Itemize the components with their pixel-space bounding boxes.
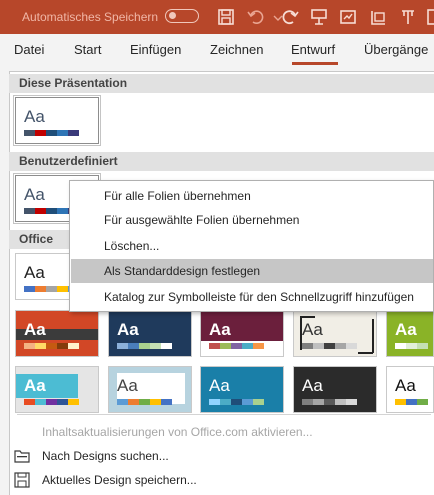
theme-sample-text: Aa	[395, 376, 416, 395]
ribbon-tabs: Datei Start Einfügen Zeichnen Entwurf Üb…	[0, 34, 434, 66]
tab-uebergaenge[interactable]: Übergänge	[364, 42, 428, 57]
context-menu: Für alle Folien übernehmen Für ausgewähl…	[69, 180, 434, 312]
toggle-knob	[169, 12, 176, 19]
theme-thumb-ion[interactable]: Aa	[108, 310, 192, 357]
color-swatches	[24, 130, 79, 136]
menu-item-delete[interactable]: Löschen...	[71, 234, 433, 258]
theme-thumb-wisp[interactable]: Aa	[15, 366, 99, 413]
folder-icon	[14, 448, 30, 464]
separator	[17, 414, 431, 415]
theme-thumb-retrospect[interactable]: Aa	[293, 310, 377, 357]
color-swatches	[117, 343, 172, 349]
save-icon[interactable]	[216, 7, 236, 27]
tab-einfuegen[interactable]: Einfügen	[130, 42, 181, 57]
theme-sample-text: Aa	[24, 320, 46, 339]
theme-sample-text: Aa	[395, 320, 417, 339]
theme-sample-text: Aa	[117, 376, 138, 395]
browse-designs-button[interactable]: Nach Designs suchen...	[42, 449, 169, 463]
theme-thumb-slice[interactable]: Aa	[386, 310, 434, 357]
chart-icon[interactable]	[338, 7, 358, 27]
theme-sample-text: Aa	[209, 320, 231, 339]
theme-sample-text: Aa	[117, 320, 139, 339]
section-current-presentation: Diese Präsentation	[9, 74, 434, 93]
theme-thumb-current[interactable]: Aa	[13, 95, 101, 146]
present-icon[interactable]	[309, 7, 329, 27]
format-icon[interactable]	[368, 7, 388, 27]
active-tab-indicator	[292, 62, 338, 65]
menu-item-set-default[interactable]: Als Standarddesign festlegen	[71, 259, 433, 283]
color-swatches	[24, 399, 79, 405]
menu-item-apply-all[interactable]: Für alle Folien übernehmen	[71, 184, 433, 208]
theme-thumb-celestial[interactable]: Aa	[108, 366, 192, 413]
theme-thumb-facet[interactable]: Aa	[15, 310, 99, 357]
theme-thumb-dividend[interactable]: Aa	[200, 366, 284, 413]
color-swatches	[209, 399, 264, 405]
redo-icon[interactable]	[280, 7, 300, 27]
menu-item-add-to-qat[interactable]: Katalog zur Symbolleiste für den Schnell…	[71, 285, 433, 309]
theme-sample-text: Aa	[302, 320, 323, 339]
theme-sample-text: Aa	[24, 185, 45, 204]
menu-item-apply-selected[interactable]: Für ausgewählte Folien übernehmen	[71, 208, 433, 232]
theme-thumb-frame[interactable]: Aa	[386, 366, 434, 413]
autosave-toggle[interactable]	[165, 9, 199, 23]
pin-icon[interactable]	[398, 7, 418, 27]
more-icon[interactable]	[422, 7, 434, 27]
tab-zeichnen[interactable]: Zeichnen	[210, 42, 263, 57]
tab-datei[interactable]: Datei	[14, 42, 44, 57]
color-swatches	[117, 399, 172, 405]
color-swatches	[395, 343, 428, 349]
autosave-label: Automatisches Speichern	[22, 10, 159, 24]
section-custom: Benutzerdefiniert	[9, 152, 434, 171]
undo-icon[interactable]	[246, 7, 266, 27]
theme-thumb-berlin[interactable]: Aa	[293, 366, 377, 413]
theme-sample-text: Aa	[302, 376, 323, 395]
color-swatches	[395, 399, 428, 405]
color-swatches	[24, 343, 79, 349]
color-swatches	[209, 343, 264, 349]
color-swatches	[302, 399, 357, 405]
color-swatches	[302, 343, 357, 349]
tab-entwurf[interactable]: Entwurf	[291, 42, 335, 57]
floppy-icon	[14, 472, 30, 488]
theme-thumb-organic[interactable]: Aa	[200, 310, 284, 357]
theme-sample-text: Aa	[24, 107, 45, 126]
save-current-design-button[interactable]: Aktuelles Design speichern...	[42, 473, 197, 487]
tab-start[interactable]: Start	[74, 42, 101, 57]
theme-sample-text: Aa	[209, 376, 230, 395]
title-bar: Automatisches Speichern	[0, 0, 434, 34]
enable-office-updates: Inhaltsaktualisierungen von Office.com a…	[42, 425, 313, 439]
theme-sample-text: Aa	[24, 376, 46, 395]
theme-sample-text: Aa	[24, 263, 45, 282]
